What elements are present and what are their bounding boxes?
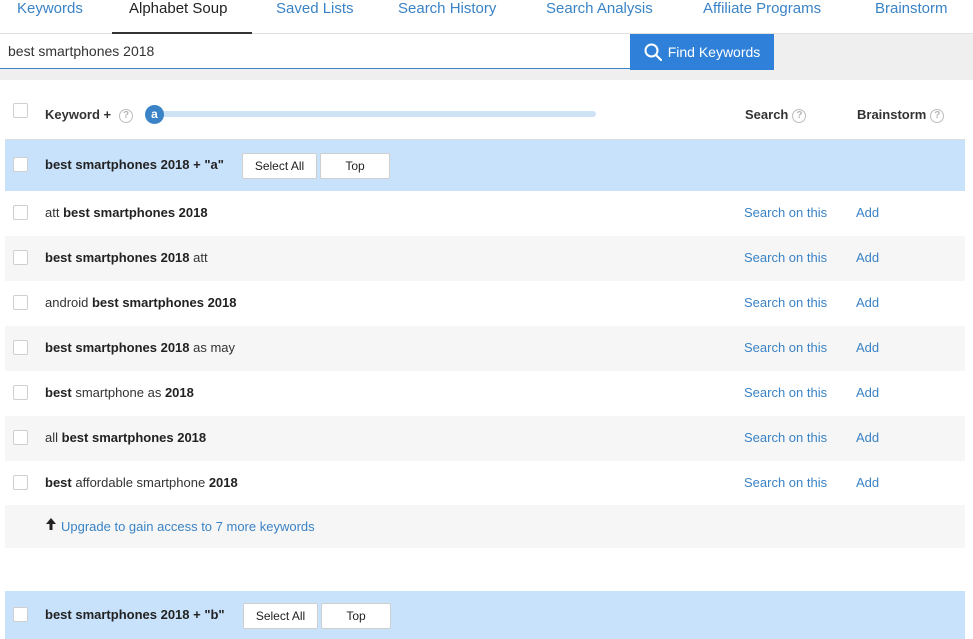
keyword-part: affordable smartphone (71, 475, 209, 490)
group-b-checkbox[interactable] (13, 607, 28, 622)
group-b-top-button[interactable]: Top (321, 603, 391, 629)
keyword-part-bold: best smartphones 2018 (45, 250, 190, 265)
tab-bar: Keywords Alphabet Soup Saved Lists Searc… (0, 0, 973, 35)
tab-alphabet-soup[interactable]: Alphabet Soup (111, 0, 253, 35)
add-link[interactable]: Add (856, 430, 879, 445)
table-row: android best smartphones 2018 Search on … (5, 281, 965, 326)
select-all-checkbox[interactable] (13, 103, 28, 118)
keyword-part-bold: best smartphones 2018 (45, 340, 190, 355)
group-b-title: best smartphones 2018 + "b" (45, 607, 225, 622)
keyword-part-bold: best smartphones 2018 (61, 430, 207, 445)
search-input[interactable] (0, 34, 630, 69)
group-b-select-all-button[interactable]: Select All (243, 603, 318, 629)
table-row: all best smartphones 2018 Search on this… (5, 416, 965, 461)
table-row: att best smartphones 2018 Search on this… (5, 191, 965, 236)
table-row: best affordable smartphone 2018 Search o… (5, 461, 965, 506)
keyword-part-bold: best (45, 385, 72, 400)
keyword-part: att (45, 205, 64, 220)
keyword-part: smartphone as (71, 385, 165, 400)
search-on-this-link[interactable]: Search on this (744, 385, 827, 400)
add-link[interactable]: Add (856, 205, 879, 220)
tab-search-history[interactable]: Search History (398, 0, 496, 34)
table-row: best smartphone as 2018 Search on this A… (5, 371, 965, 416)
search-on-this-link[interactable]: Search on this (744, 475, 827, 490)
search-on-this-link[interactable]: Search on this (744, 340, 827, 355)
group-a-select-all-button[interactable]: Select All (242, 153, 317, 179)
letter-slider-track[interactable] (150, 111, 596, 117)
add-link[interactable]: Add (856, 250, 879, 265)
keyword-text: best smartphones 2018 att (45, 250, 208, 265)
group-a-checkbox[interactable] (13, 157, 28, 172)
tab-keywords[interactable]: Keywords (17, 0, 83, 34)
arrow-up-icon (46, 518, 56, 533)
keyword-part-bold: best smartphones 2018 (91, 295, 237, 310)
tab-affiliate-programs[interactable]: Affiliate Programs (703, 0, 821, 34)
results-header: Keyword +? a Search? Brainstorm? (5, 80, 965, 140)
brainstorm-help-icon[interactable]: ? (930, 108, 945, 123)
row-checkbox[interactable] (13, 295, 28, 310)
keyword-part: all (45, 430, 62, 445)
search-on-this-link[interactable]: Search on this (744, 205, 827, 220)
row-checkbox[interactable] (13, 475, 28, 490)
brainstorm-header-label: Brainstorm (857, 107, 927, 122)
table-row: best smartphones 2018 att Search on this… (5, 236, 965, 281)
row-checkbox[interactable] (13, 250, 28, 265)
group-header-a: best smartphones 2018 + "a" Select All T… (5, 140, 965, 191)
keyword-part-bold: best smartphones 2018 (63, 205, 208, 220)
keyword-part-bold: 2018 (164, 385, 194, 400)
brainstorm-column-header: Brainstorm? (857, 107, 945, 123)
group-a-title: best smartphones 2018 + "a" (45, 157, 224, 172)
keyword-help-icon[interactable]: ? (119, 108, 134, 123)
keyword-text: best affordable smartphone 2018 (45, 475, 238, 490)
add-link[interactable]: Add (856, 385, 879, 400)
keyword-text: best smartphone as 2018 (45, 385, 194, 400)
find-keywords-button[interactable]: Find Keywords (630, 34, 774, 70)
add-link[interactable]: Add (856, 340, 879, 355)
row-checkbox[interactable] (13, 385, 28, 400)
keyword-text: att best smartphones 2018 (45, 205, 208, 220)
search-header-label: Search (745, 107, 789, 122)
row-checkbox[interactable] (13, 205, 28, 220)
search-column-header: Search? (745, 107, 807, 123)
tab-brainstorm[interactable]: Brainstorm (875, 0, 948, 34)
keyword-part-bold: 2018 (208, 475, 238, 490)
find-keywords-label: Find Keywords (667, 44, 761, 60)
search-icon (644, 43, 662, 61)
table-row: best smartphones 2018 as may Search on t… (5, 326, 965, 371)
row-checkbox[interactable] (13, 430, 28, 445)
keyword-part: att (189, 250, 208, 265)
search-on-this-link[interactable]: Search on this (744, 430, 827, 445)
search-bar: Find Keywords (0, 34, 973, 80)
upgrade-link[interactable]: Upgrade to gain access to 7 more keyword… (61, 519, 315, 534)
upgrade-banner: Upgrade to gain access to 7 more keyword… (5, 505, 965, 548)
keyword-part-bold: best (45, 475, 72, 490)
keyword-text: best smartphones 2018 as may (45, 340, 235, 355)
group-a-top-button[interactable]: Top (320, 153, 390, 179)
letter-slider-handle[interactable]: a (145, 105, 164, 124)
search-help-icon[interactable]: ? (792, 108, 807, 123)
tab-saved-lists[interactable]: Saved Lists (276, 0, 354, 34)
tab-search-analysis[interactable]: Search Analysis (546, 0, 653, 34)
add-link[interactable]: Add (856, 295, 879, 310)
keyword-text: all best smartphones 2018 (45, 430, 206, 445)
search-on-this-link[interactable]: Search on this (744, 295, 827, 310)
search-on-this-link[interactable]: Search on this (744, 250, 827, 265)
keyword-column-header: Keyword +? (45, 107, 134, 123)
keyword-part: android (45, 295, 92, 310)
row-checkbox[interactable] (13, 340, 28, 355)
keyword-text: android best smartphones 2018 (45, 295, 237, 310)
group-header-b: best smartphones 2018 + "b" Select All T… (5, 591, 965, 639)
keyword-header-label: Keyword + (45, 107, 112, 122)
keyword-part: as may (189, 340, 236, 355)
add-link[interactable]: Add (856, 475, 879, 490)
